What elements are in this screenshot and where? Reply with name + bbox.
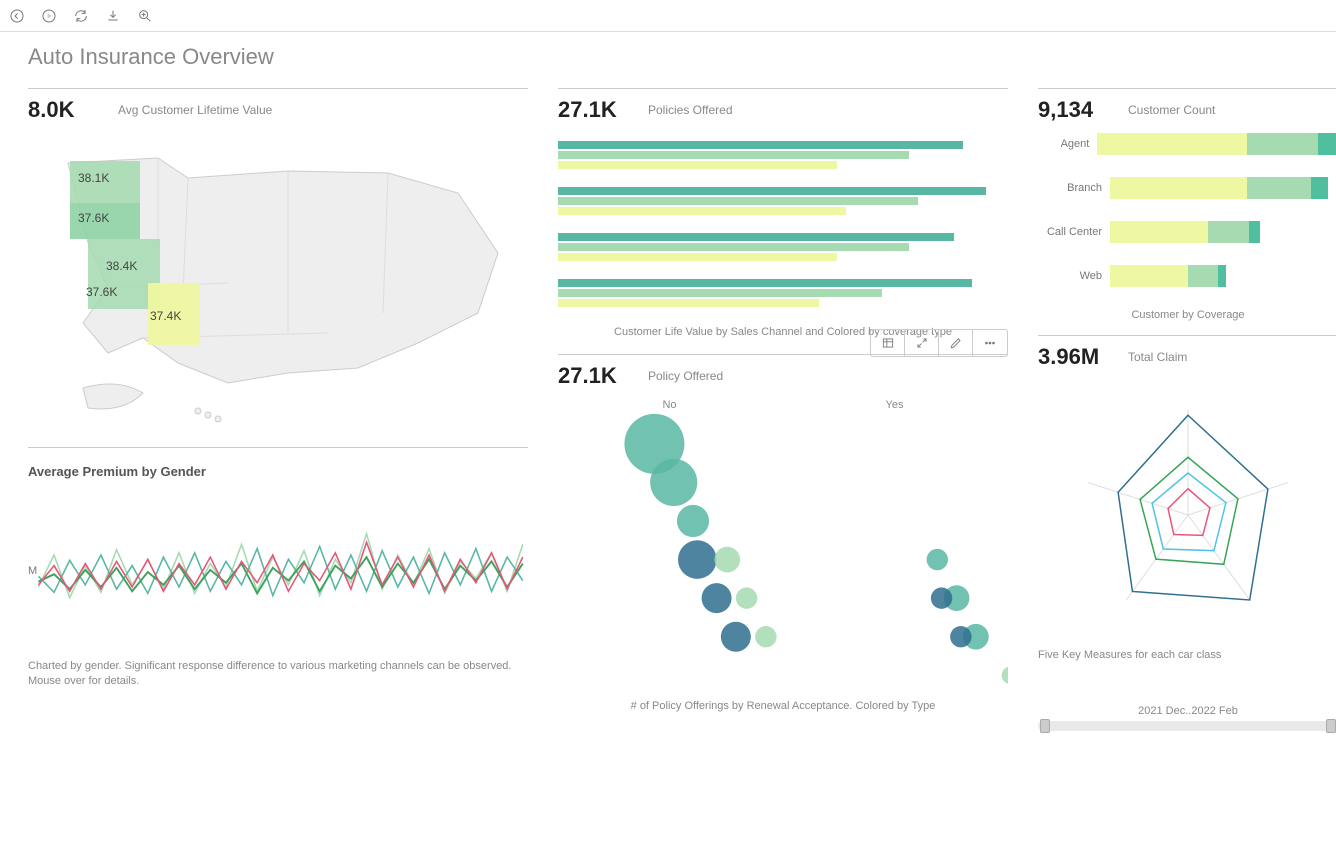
cc-value: 9,134: [1038, 97, 1108, 123]
more-icon[interactable]: [973, 330, 1007, 356]
bubble-chart[interactable]: [558, 411, 1008, 691]
clv-bars-chart[interactable]: [558, 141, 1008, 307]
cc-row-label: Agent: [1038, 138, 1097, 150]
play-icon[interactable]: [40, 7, 58, 25]
clv-value: 8.0K: [28, 97, 98, 123]
avg-premium-title: Average Premium by Gender: [28, 464, 528, 479]
cc-bars-chart[interactable]: Agent Branch Call Center Web: [1038, 133, 1336, 287]
avg-premium-chart[interactable]: M: [28, 491, 528, 651]
radar-chart[interactable]: [1038, 380, 1336, 640]
map-label-wa: 38.1K: [78, 171, 109, 185]
bubble-toolbar: [870, 329, 1008, 357]
slider-handle-left[interactable]: [1040, 719, 1050, 733]
expand-icon[interactable]: [905, 330, 939, 356]
page-title: Auto Insurance Overview: [28, 44, 1308, 70]
bubble-value: 27.1K: [558, 363, 628, 389]
avg-premium-tile: Average Premium by Gender M Charted by g…: [28, 447, 528, 704]
time-slider[interactable]: [1038, 721, 1336, 731]
avg-premium-caption: Charted by gender. Significant response …: [28, 659, 528, 690]
table-icon[interactable]: [871, 330, 905, 356]
clv-tile: 8.0K Avg Customer Lifetime Value: [28, 88, 528, 447]
bubble-col-yes: Yes: [886, 399, 904, 411]
sparkline-y-label: M: [28, 565, 37, 577]
edit-icon[interactable]: [939, 330, 973, 356]
map-label-or: 37.6K: [78, 211, 109, 225]
map-label-nv: 37.6K: [86, 285, 117, 299]
top-toolbar: [0, 0, 1336, 32]
slider-label: 2021 Dec..2022 Feb: [1038, 705, 1336, 717]
us-map-chart[interactable]: 38.1K 37.6K 38.4K 37.6K 37.4K: [28, 133, 528, 433]
cc-row-label: Web: [1038, 270, 1110, 282]
tc-value: 3.96M: [1038, 344, 1108, 370]
map-label-ca: 38.4K: [106, 259, 137, 273]
policies-offered-tile: 27.1K Policies Offered Customer Life Val…: [558, 88, 1008, 354]
refresh-icon[interactable]: [72, 7, 90, 25]
total-claim-tile: 3.96M Total Claim Five Key Measures for …: [1038, 335, 1336, 677]
cc-row-label: Call Center: [1038, 226, 1110, 238]
tc-label: Total Claim: [1128, 350, 1187, 364]
clv-label: Avg Customer Lifetime Value: [118, 103, 272, 117]
download-icon[interactable]: [104, 7, 122, 25]
bubble-caption: # of Policy Offerings by Renewal Accepta…: [558, 699, 1008, 714]
customer-count-tile: 9,134 Customer Count Agent Branch Call Cen…: [1038, 88, 1336, 335]
policies-value: 27.1K: [558, 97, 628, 123]
time-slider-tile: 2021 Dec..2022 Feb: [1038, 697, 1336, 745]
bubble-label: Policy Offered: [648, 369, 723, 383]
bubble-col-no: No: [662, 399, 676, 411]
cc-label: Customer Count: [1128, 103, 1215, 117]
zoom-icon[interactable]: [136, 7, 154, 25]
cc-caption: Customer by Coverage: [1038, 309, 1336, 321]
slider-handle-right[interactable]: [1326, 719, 1336, 733]
back-icon[interactable]: [8, 7, 26, 25]
tc-caption: Five Key Measures for each car class: [1038, 648, 1336, 663]
policy-offered-bubble-tile: 27.1K Policy Offered No Yes # of Policy …: [558, 354, 1008, 728]
map-label-az: 37.4K: [150, 309, 181, 323]
cc-row-label: Branch: [1038, 182, 1110, 194]
policies-label: Policies Offered: [648, 103, 733, 117]
